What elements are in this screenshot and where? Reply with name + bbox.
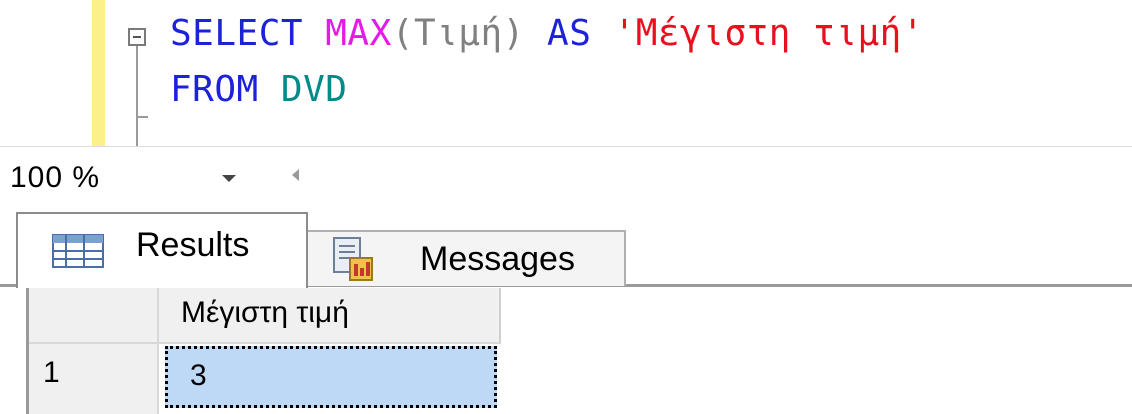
tab-messages-label: Messages: [420, 240, 575, 278]
outline-end-tick: [136, 116, 148, 118]
grid-corner-cell[interactable]: [29, 288, 159, 344]
results-tab-bar: Results Messages: [0, 202, 1132, 288]
sql-editor[interactable]: SELECT MAX(Τιμή) AS 'Μέγιστη τιμή' FROM …: [0, 0, 1132, 146]
keyword-as: AS: [547, 13, 592, 54]
tab-messages[interactable]: Messages: [306, 230, 626, 286]
code-line-2[interactable]: FROM DVD: [170, 70, 347, 110]
change-tracking-bar: [92, 0, 105, 146]
alias-string: 'Μέγιστη τιμή': [613, 13, 925, 54]
zoom-bar: 100 %: [0, 146, 1132, 203]
tab-results-label: Results: [136, 226, 250, 264]
grid-icon: [52, 234, 104, 268]
scroll-left-icon[interactable]: [292, 169, 299, 181]
column-header[interactable]: Μέγιστη τιμή: [159, 288, 501, 344]
code-line-1[interactable]: SELECT MAX(Τιμή) AS 'Μέγιστη τιμή': [170, 14, 924, 54]
column-name: Τιμή: [413, 13, 503, 54]
zoom-level[interactable]: 100 %: [10, 161, 100, 195]
collapse-outline-icon[interactable]: [128, 28, 146, 46]
paren-open: (: [391, 13, 414, 54]
function-max: MAX: [325, 13, 392, 54]
result-cell[interactable]: 3: [165, 346, 497, 408]
keyword-select: SELECT: [170, 13, 304, 54]
zoom-dropdown-icon[interactable]: [214, 161, 244, 195]
outline-line: [136, 46, 138, 146]
tab-results[interactable]: Results: [16, 212, 308, 288]
paren-close: ): [502, 13, 525, 54]
table-name: DVD: [280, 69, 348, 110]
messages-icon: [333, 237, 373, 281]
results-grid[interactable]: Μέγιστη τιμή 1 3: [26, 288, 1132, 414]
row-number[interactable]: 1: [29, 344, 159, 414]
keyword-from: FROM: [170, 69, 259, 110]
